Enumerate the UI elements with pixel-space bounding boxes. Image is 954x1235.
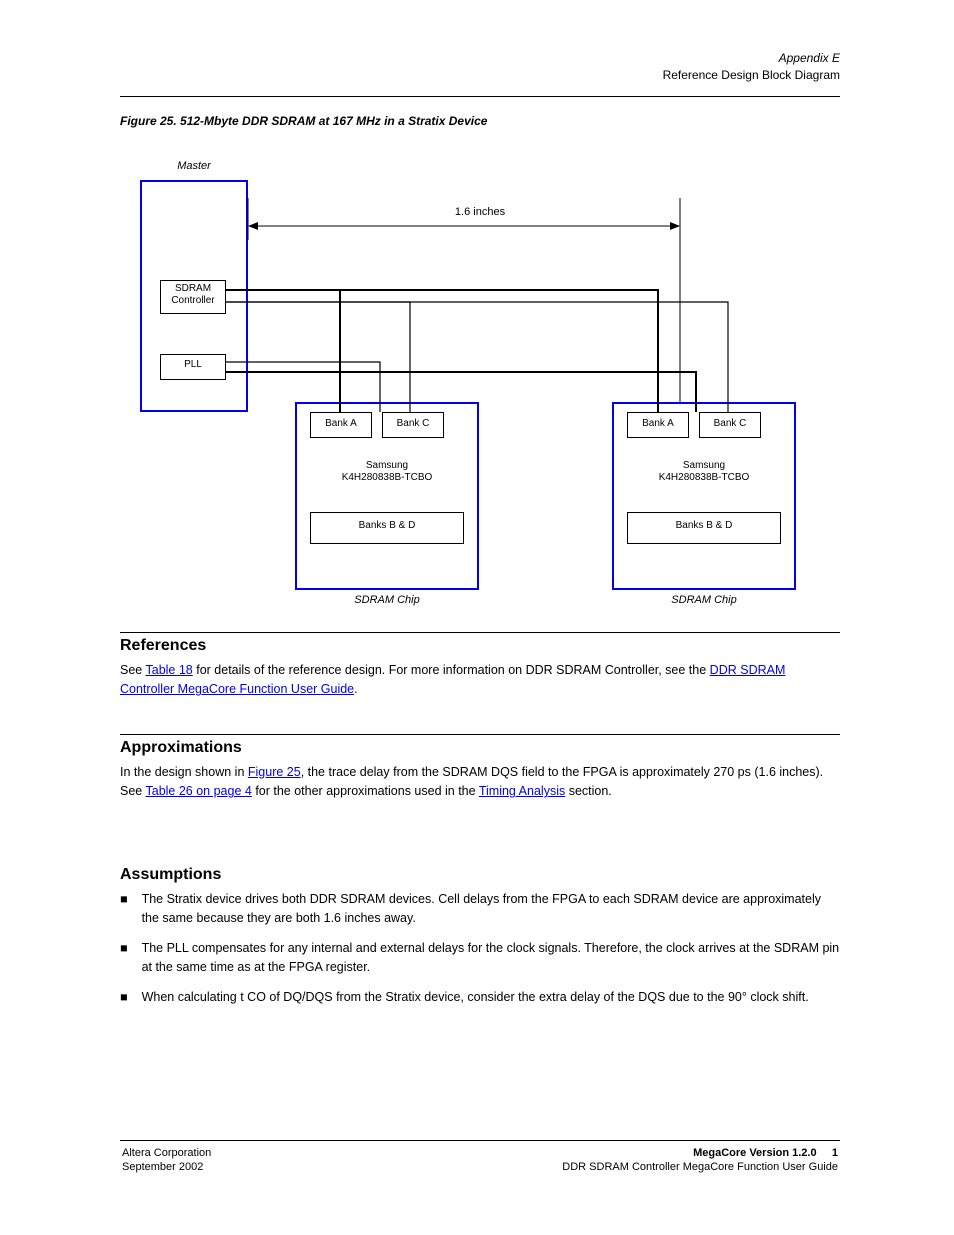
sdram-a-chip: Samsung K4H280838B-TCBO xyxy=(295,460,479,484)
block-diagram: Master SDRAM Controller PLL SDRAM Chip B… xyxy=(120,140,840,660)
footer-doc: DDR SDRAM Controller MegaCore Function U… xyxy=(299,1161,838,1173)
footer-page: 1 xyxy=(832,1147,838,1159)
assumptions-section: Assumptions ■ The Stratix device drives … xyxy=(120,866,840,1007)
page-footer: Altera Corporation MegaCore Version 1.2.… xyxy=(120,1140,840,1175)
sdram-b-chip: Samsung K4H280838B-TCBO xyxy=(612,460,796,484)
table18-link[interactable]: Table 18 xyxy=(146,663,193,677)
table26-link[interactable]: Table 26 on page 4 xyxy=(146,784,252,798)
bullet-icon: ■ xyxy=(120,890,128,929)
references-title: References xyxy=(120,637,840,655)
footer-left: Altera Corporation xyxy=(122,1147,297,1159)
master-title: Master xyxy=(140,160,248,173)
header-title: Reference Design Block Diagram xyxy=(663,67,840,84)
references-section: References See Table 18 for details of t… xyxy=(120,632,840,700)
figure25-link[interactable]: Figure 25 xyxy=(248,765,301,779)
figure-caption: Figure 25. 512-Mbyte DDR SDRAM at 167 MH… xyxy=(120,114,487,128)
sdram-a-title: SDRAM Chip xyxy=(295,594,479,607)
bullet-icon: ■ xyxy=(120,939,128,978)
sdram-b-title: SDRAM Chip xyxy=(612,594,796,607)
header-chapter: Appendix E xyxy=(663,50,840,67)
bullet-icon: ■ xyxy=(120,988,128,1007)
page-header: Appendix E Reference Design Block Diagra… xyxy=(663,50,840,84)
header-rule xyxy=(120,96,840,97)
assumption-3: When calculating t CO of DQ/DQS from the… xyxy=(142,988,809,1007)
footer-version: MegaCore Version 1.2.0 xyxy=(693,1147,817,1159)
timing-analysis-link[interactable]: Timing Analysis xyxy=(479,784,565,798)
assumption-1: The Stratix device drives both DDR SDRAM… xyxy=(142,890,840,929)
assumption-2: The PLL compensates for any internal and… xyxy=(142,939,840,978)
assumptions-body: ■ The Stratix device drives both DDR SDR… xyxy=(120,890,840,1007)
assumptions-title: Assumptions xyxy=(120,866,840,884)
references-body: See Table 18 for details of the referenc… xyxy=(120,661,840,700)
pll-label: PLL xyxy=(160,359,226,371)
approximations-body: In the design shown in Figure 25, the tr… xyxy=(120,763,840,802)
approximations-section: Approximations In the design shown in Fi… xyxy=(120,734,840,802)
sdram-controller-label: SDRAM Controller xyxy=(160,283,226,307)
approximations-title: Approximations xyxy=(120,739,840,757)
footer-date: September 2002 xyxy=(122,1161,297,1173)
distance-label: 1.6 inches xyxy=(420,206,540,219)
